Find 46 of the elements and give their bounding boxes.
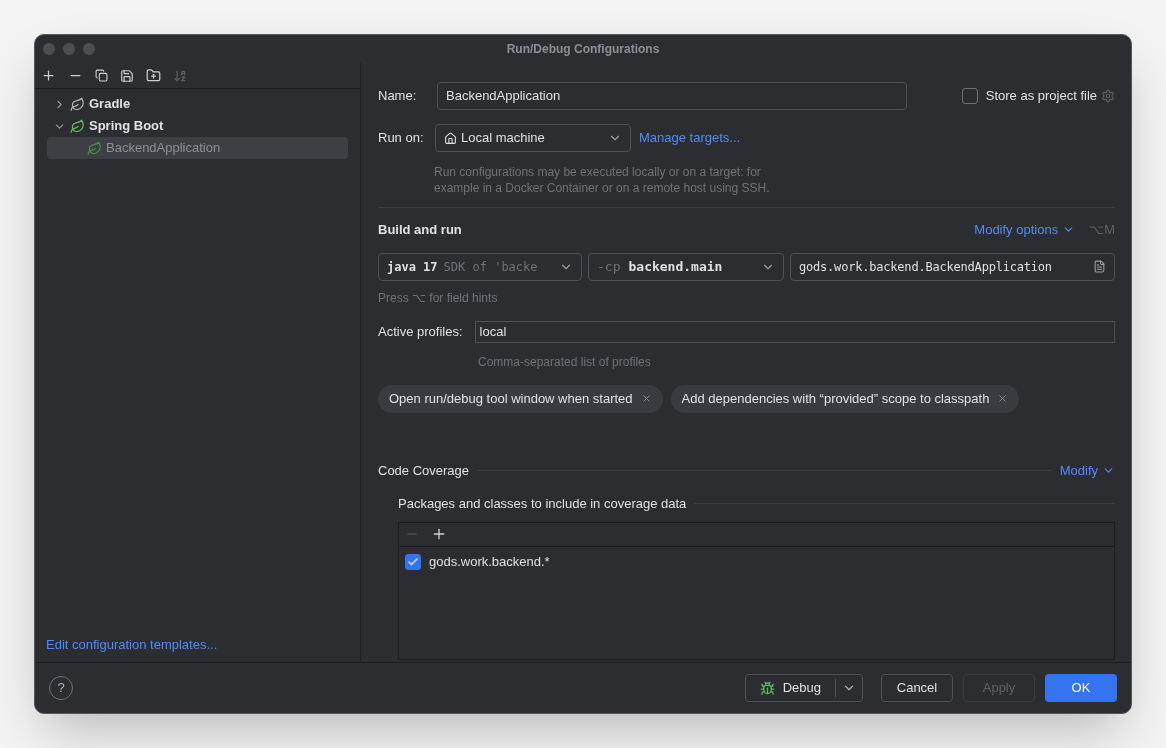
run-on-hint: Run configurations may be executed locally or on a target: for example in a Docker Container or on a remote host using SSH. bbox=[434, 164, 771, 196]
close-icon[interactable] bbox=[997, 393, 1009, 404]
add-icon[interactable] bbox=[41, 68, 56, 83]
checkbox[interactable] bbox=[405, 553, 421, 570]
edit-templates-link[interactable]: Edit configuration templates... bbox=[35, 634, 360, 662]
bug-icon bbox=[759, 680, 775, 696]
profiles-hint: Comma-separated list of profiles bbox=[478, 353, 652, 371]
run-on-label: Run on: bbox=[378, 129, 425, 148]
manage-targets-link[interactable]: Manage targets... bbox=[639, 128, 741, 148]
leaf-icon bbox=[87, 140, 102, 156]
leaf-icon bbox=[70, 118, 85, 134]
section-title: Code Coverage bbox=[378, 461, 470, 480]
name-field[interactable]: BackendApplication bbox=[437, 82, 907, 110]
modify-options-link[interactable]: Modify options bbox=[974, 220, 1076, 240]
package-pattern: gods.work.backend.* bbox=[429, 552, 550, 571]
store-label: Store as project file bbox=[985, 87, 1097, 106]
save-icon[interactable] bbox=[120, 68, 134, 83]
ok-button[interactable]: OK bbox=[1045, 674, 1117, 702]
sort-icon[interactable] bbox=[173, 68, 187, 83]
modify-link[interactable]: Modify bbox=[1059, 460, 1115, 480]
cancel-button[interactable]: Cancel bbox=[881, 674, 953, 702]
window-title: Run/Debug Configurations bbox=[506, 41, 660, 58]
debug-split-button[interactable]: Debug bbox=[744, 674, 863, 702]
classpath-dropdown[interactable]: -cp backend.main bbox=[588, 252, 784, 281]
store-checkbox[interactable] bbox=[961, 88, 978, 104]
check-icon bbox=[407, 555, 419, 568]
profiles-field[interactable]: local bbox=[474, 320, 1115, 343]
main-class-field[interactable]: gods.work.backend.BackendApplication bbox=[790, 252, 1115, 281]
option-chip: Add dependencies with “provided” scope to classpath bbox=[670, 384, 1020, 413]
name-label: Name: bbox=[378, 87, 418, 106]
house-icon bbox=[444, 131, 457, 145]
jdk-dropdown[interactable]: java 17 SDK of 'backe bbox=[378, 252, 582, 281]
subsection-title: Packages and classes to include in coverage data bbox=[398, 495, 687, 513]
add-icon[interactable] bbox=[431, 526, 447, 542]
field-hints-text: Press ⌥ for field hints bbox=[378, 289, 499, 307]
profiles-label: Active profiles: bbox=[378, 322, 463, 341]
settings-icon[interactable] bbox=[1101, 89, 1115, 103]
copy-icon[interactable] bbox=[95, 69, 108, 82]
run-on-dropdown[interactable]: Local machine bbox=[435, 124, 631, 152]
section-title: Build and run bbox=[378, 221, 463, 239]
folder-plus-icon[interactable] bbox=[146, 68, 161, 83]
browse-icon[interactable] bbox=[1093, 260, 1106, 273]
close-icon[interactable] bbox=[640, 393, 652, 404]
tree-item[interactable]: Gradle bbox=[47, 93, 348, 115]
option-chip: Open run/debug tool window when started bbox=[378, 384, 663, 413]
tree-item[interactable]: Spring Boot bbox=[47, 115, 348, 137]
